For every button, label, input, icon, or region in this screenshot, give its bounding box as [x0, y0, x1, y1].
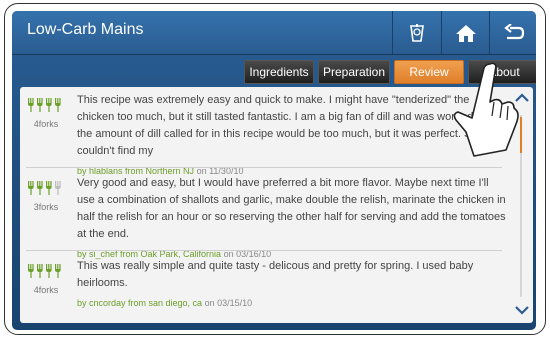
scroll-thumb[interactable] — [520, 117, 522, 153]
tab-ingredients[interactable]: Ingredients — [244, 60, 314, 84]
fork-rating: 4forks — [28, 98, 64, 129]
scroll-down-icon[interactable] — [514, 305, 530, 315]
rating-label: 4forks — [33, 119, 59, 129]
top-bar: Low-Carb Mains — [12, 11, 536, 55]
home-icon — [456, 24, 476, 42]
review-text: Very good and easy, but I would have pre… — [77, 177, 506, 240]
recipe-box-button[interactable] — [392, 11, 441, 54]
pointing-hand-icon — [453, 62, 519, 157]
screen: Low-Carb Mains Ingredients Preparation R… — [12, 11, 536, 330]
divider — [26, 167, 502, 168]
review-text: This was really simple and quite tasty -… — [77, 260, 474, 289]
rating-label: 3forks — [33, 202, 59, 212]
review-text: This recipe was extremely easy and quick… — [77, 94, 498, 157]
recipe-box-icon — [410, 23, 424, 42]
back-button[interactable] — [489, 11, 536, 54]
review-byline: by cncorday from san diego, ca on 03/15/… — [77, 295, 507, 312]
fork-rating-icon — [28, 98, 61, 112]
rating-label: 4forks — [33, 285, 59, 295]
review-date: on 03/15/10 — [204, 298, 253, 308]
page-title: Low-Carb Mains — [27, 21, 144, 38]
home-button[interactable] — [441, 11, 490, 54]
fork-rating-icon — [28, 181, 61, 195]
tab-preparation[interactable]: Preparation — [318, 60, 390, 84]
divider — [26, 250, 502, 251]
review-author[interactable]: by cncorday from san diego, ca — [77, 298, 202, 308]
back-icon — [504, 23, 525, 39]
fork-rating: 3forks — [28, 181, 64, 212]
review-text-block: This was really simple and quite tasty -… — [77, 258, 507, 312]
fork-rating: 4forks — [28, 264, 64, 295]
fork-rating-icon — [28, 264, 61, 278]
